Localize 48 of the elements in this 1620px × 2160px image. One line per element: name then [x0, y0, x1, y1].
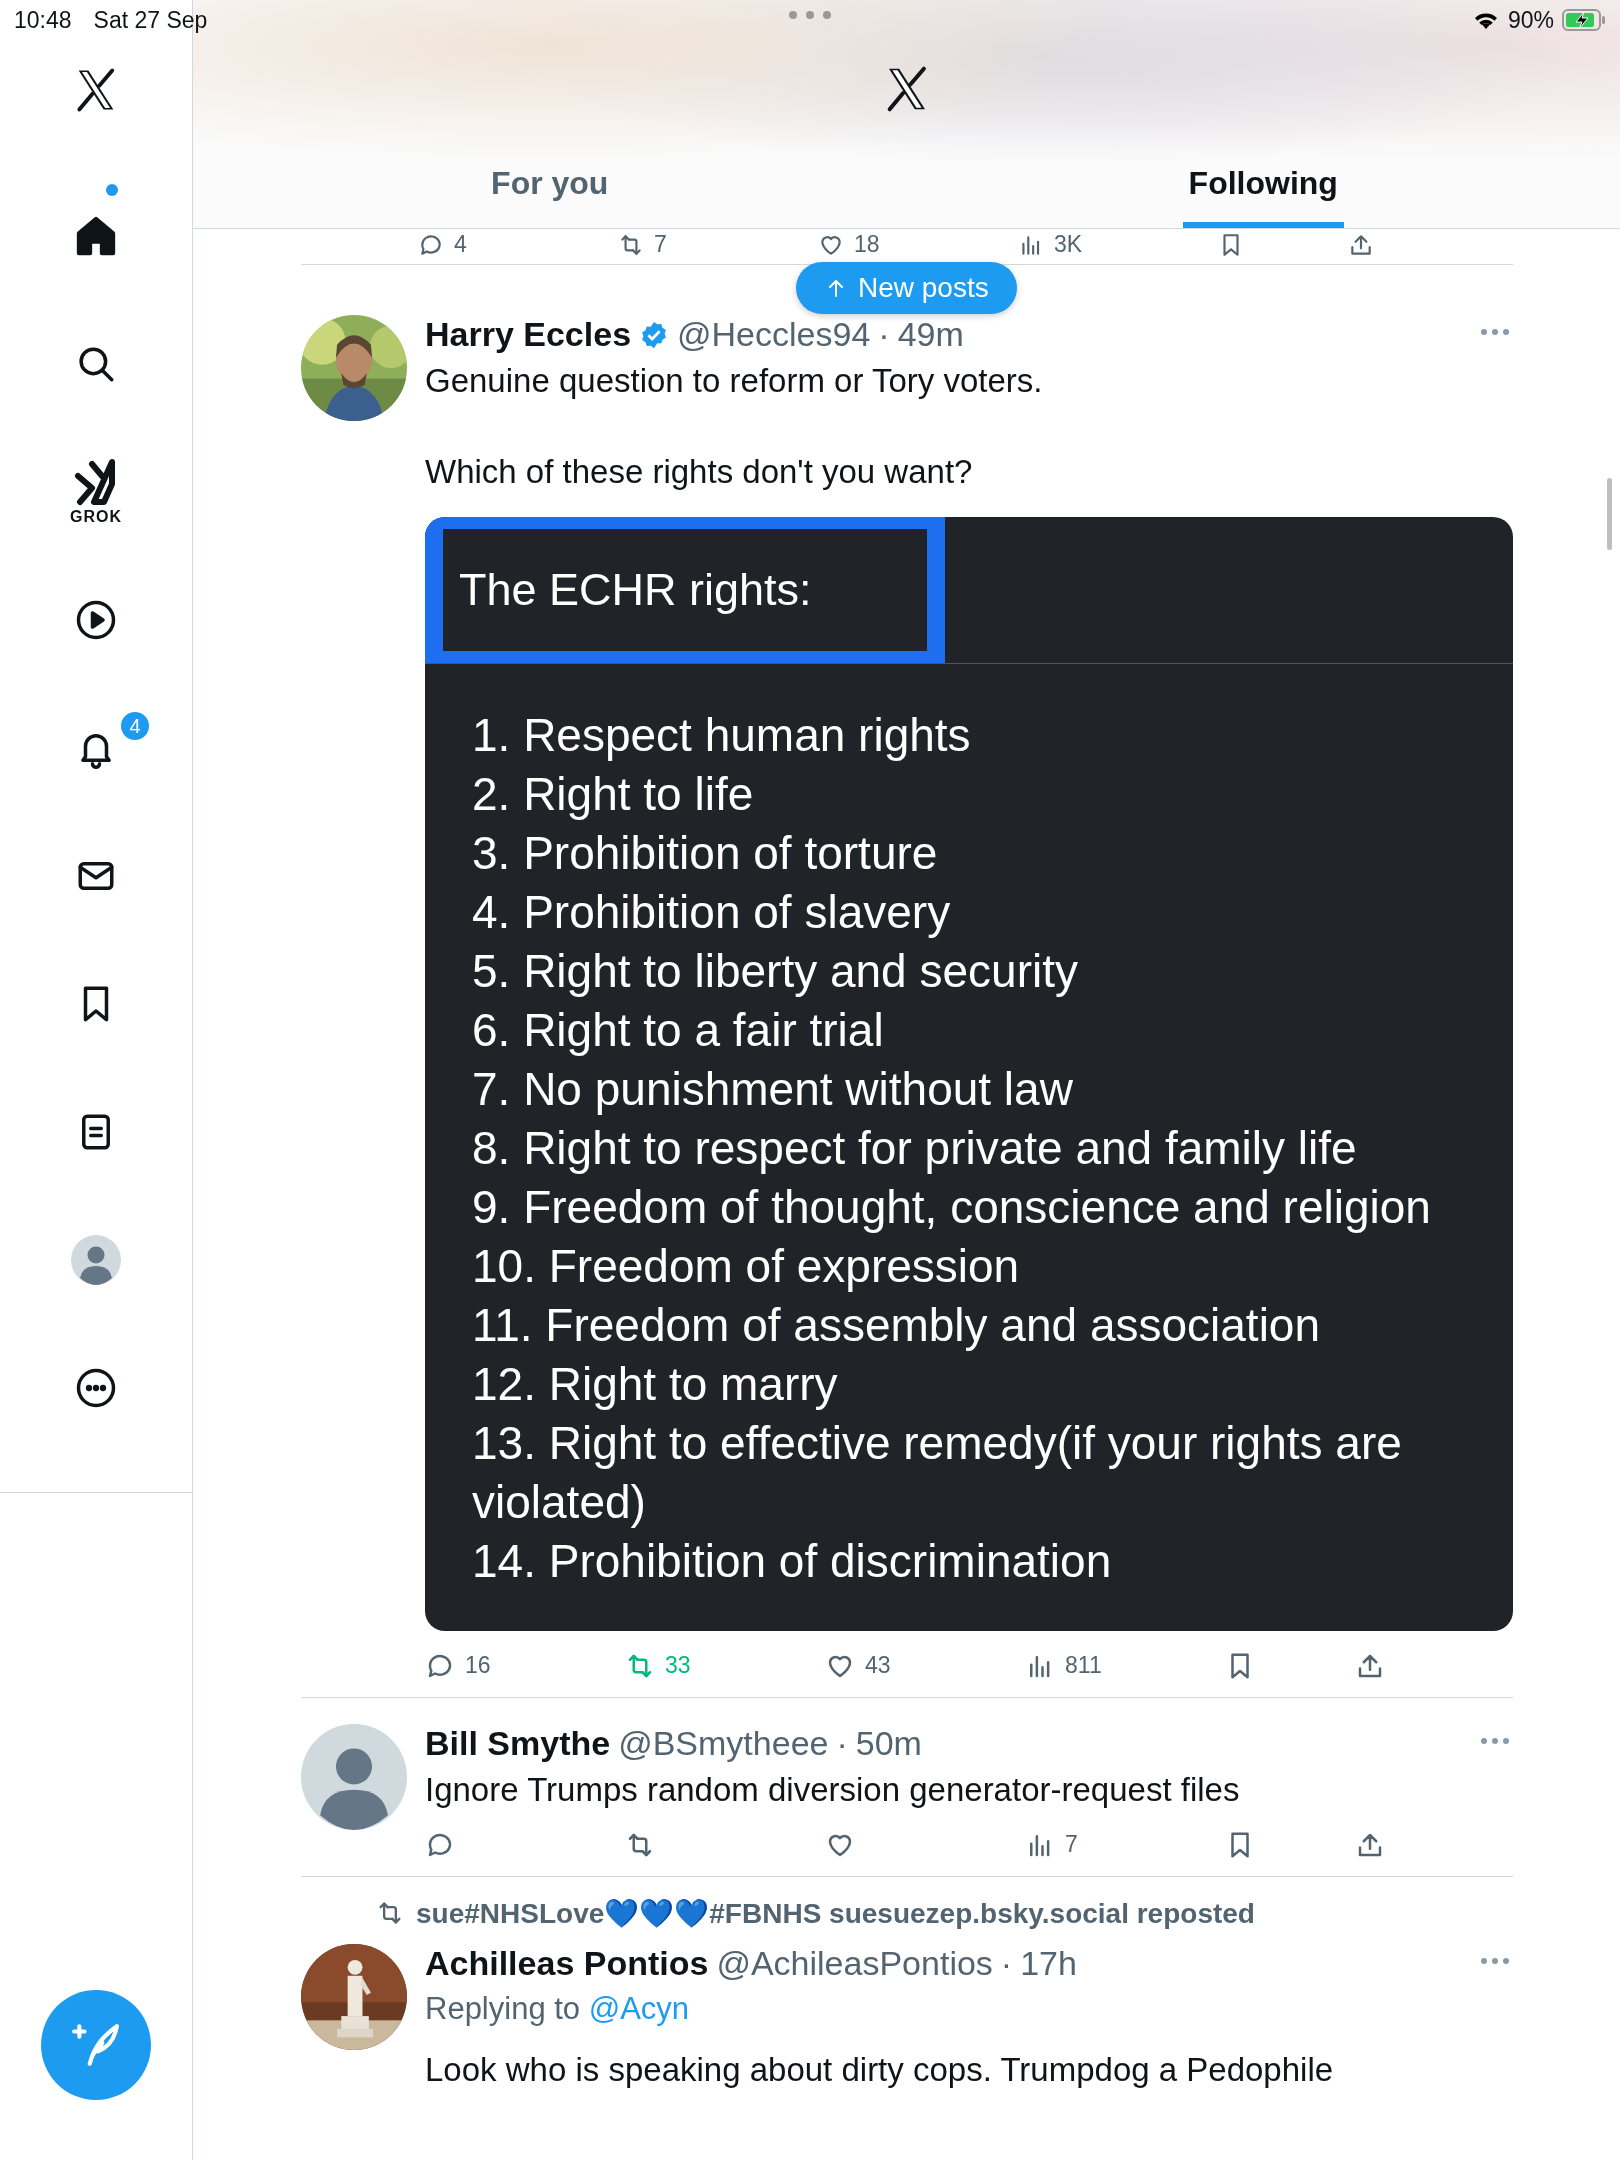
list-item: 7. No punishment without law	[472, 1061, 1074, 1117]
like-button[interactable]: 18	[818, 231, 1018, 258]
status-time: 10:48	[14, 6, 72, 34]
feed-tab[interactable]: For you	[193, 147, 907, 228]
views-button[interactable]: 7	[1025, 1829, 1225, 1860]
author-name[interactable]: Harry Eccles	[425, 315, 632, 354]
separator-dot: ·	[878, 315, 890, 354]
image-title: The ECHR rights:	[459, 563, 812, 616]
post-text: Which of these rights don't you want?	[425, 452, 974, 493]
post-text: Look who is speaking about dirty cops. Trumpdog a Pedophile	[425, 2049, 1335, 2090]
list-item: 12. Right to marry	[472, 1356, 839, 1412]
post-text: Ignore Trumps random diversion generator-request files	[425, 1769, 1241, 1810]
replying-to-text: Replying to @Acyn	[425, 1990, 691, 2027]
reply-button[interactable]: 16	[425, 1650, 625, 1681]
post-time: 49m	[897, 315, 964, 354]
separator-dot: ·	[1000, 1943, 1013, 1983]
author-handle[interactable]: @BSmytheee	[618, 1723, 829, 1763]
post-text: Genuine question to reform or Tory voters.	[425, 361, 1044, 401]
repost-label[interactable]: sue#NHSLove💙💙💙#FBNHS suesuezep.bsky.social reposted	[416, 1896, 1255, 1930]
list-item: 8. Right to respect for private and family life	[472, 1120, 1358, 1176]
author-handle[interactable]: @AchileasPontios	[716, 1943, 993, 1983]
reply-button[interactable]: 4	[418, 231, 618, 258]
feed-tab[interactable]: Following	[906, 147, 1620, 228]
list-item: 1. Respect human rights	[472, 707, 972, 763]
grok-label[interactable]: GROK	[70, 508, 122, 526]
list-item: 3. Prohibition of torture	[472, 825, 939, 881]
list-item: 14. Prohibition of discrimination	[472, 1533, 1113, 1589]
list-item: 10. Freedom of expression	[472, 1238, 1021, 1294]
list-item: 2. Right to life	[472, 766, 755, 822]
views-button[interactable]: 811	[1025, 1650, 1225, 1681]
author-name[interactable]: Bill Smythe	[425, 1723, 611, 1763]
list-item: 6. Right to a fair trial	[472, 1002, 885, 1058]
list-item: 9. Freedom of thought, conscience and religion	[472, 1179, 1432, 1235]
list-item: 11. Freedom of assembly and association	[472, 1297, 1322, 1353]
post-time: 50m	[855, 1723, 922, 1763]
author-handle[interactable]: @Heccles94	[677, 315, 871, 354]
repost-button[interactable]: 7	[618, 231, 818, 258]
separator-dot: ·	[836, 1723, 848, 1763]
status-date: Sat 27 Sep	[93, 6, 208, 34]
post-time: 17h	[1020, 1943, 1077, 1983]
list-item: 13. Right to effective remedy(if your rights are violated)	[472, 1415, 1403, 1530]
list-item: 5. Right to liberty and security	[472, 943, 1079, 999]
like-button[interactable]: 43	[825, 1650, 1025, 1681]
battery-percentage: 90%	[1507, 6, 1554, 34]
notification-badge: 4	[119, 710, 151, 742]
author-name[interactable]: Achilleas Pontios	[425, 1943, 709, 1983]
views-button[interactable]: 3K	[1018, 231, 1218, 258]
list-item: 4. Prohibition of slavery	[472, 884, 952, 940]
